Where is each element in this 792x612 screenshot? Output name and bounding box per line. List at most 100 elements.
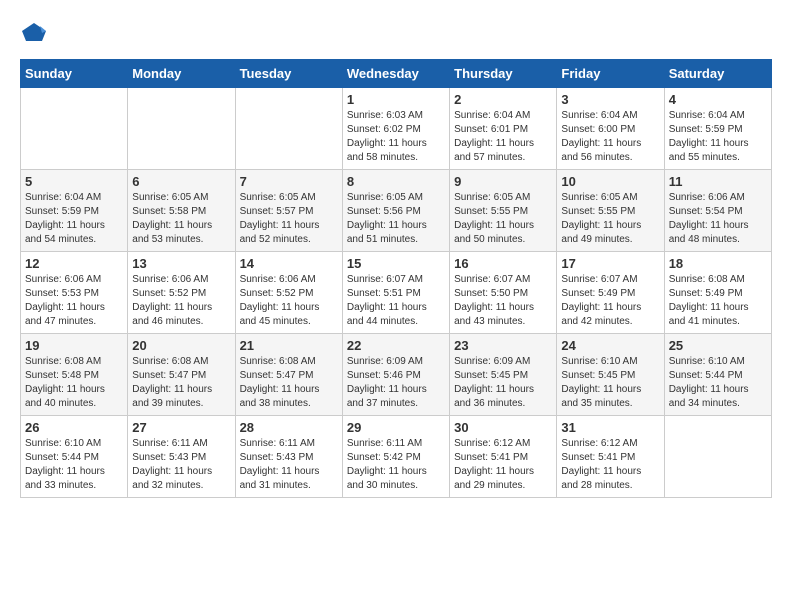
day-info: Sunrise: 6:03 AM Sunset: 6:02 PM Dayligh… bbox=[347, 109, 445, 165]
day-info: Sunrise: 6:12 AM Sunset: 5:41 PM Dayligh… bbox=[454, 437, 552, 493]
day-info: Sunrise: 6:06 AM Sunset: 5:52 PM Dayligh… bbox=[132, 273, 230, 329]
day-info: Sunrise: 6:05 AM Sunset: 5:56 PM Dayligh… bbox=[347, 191, 445, 247]
table-row: 2 Sunrise: 6:04 AM Sunset: 6:01 PM Daylig… bbox=[450, 88, 557, 170]
day-number: 21 bbox=[240, 338, 338, 353]
header-wednesday: Wednesday bbox=[342, 60, 449, 88]
table-row: 7 Sunrise: 6:05 AM Sunset: 5:57 PM Daylig… bbox=[235, 170, 342, 252]
day-info: Sunrise: 6:04 AM Sunset: 5:59 PM Dayligh… bbox=[669, 109, 767, 165]
table-row: 13 Sunrise: 6:06 AM Sunset: 5:52 PM Dayli… bbox=[128, 252, 235, 334]
header-sunday: Sunday bbox=[21, 60, 128, 88]
day-info: Sunrise: 6:08 AM Sunset: 5:49 PM Dayligh… bbox=[669, 273, 767, 329]
day-number: 11 bbox=[669, 174, 767, 189]
day-info: Sunrise: 6:10 AM Sunset: 5:44 PM Dayligh… bbox=[25, 437, 123, 493]
header-saturday: Saturday bbox=[664, 60, 771, 88]
day-number: 10 bbox=[561, 174, 659, 189]
day-number: 18 bbox=[669, 256, 767, 271]
calendar-week-3: 12 Sunrise: 6:06 AM Sunset: 5:53 PM Dayli… bbox=[21, 252, 772, 334]
table-row: 16 Sunrise: 6:07 AM Sunset: 5:50 PM Dayli… bbox=[450, 252, 557, 334]
day-number: 23 bbox=[454, 338, 552, 353]
calendar-week-4: 19 Sunrise: 6:08 AM Sunset: 5:48 PM Dayli… bbox=[21, 334, 772, 416]
day-info: Sunrise: 6:06 AM Sunset: 5:54 PM Dayligh… bbox=[669, 191, 767, 247]
day-number: 22 bbox=[347, 338, 445, 353]
day-number: 31 bbox=[561, 420, 659, 435]
day-number: 12 bbox=[25, 256, 123, 271]
table-row: 19 Sunrise: 6:08 AM Sunset: 5:48 PM Dayli… bbox=[21, 334, 128, 416]
day-number: 9 bbox=[454, 174, 552, 189]
day-number: 24 bbox=[561, 338, 659, 353]
weekday-header-row: Sunday Monday Tuesday Wednesday Thursday… bbox=[21, 60, 772, 88]
calendar-table: Sunday Monday Tuesday Wednesday Thursday… bbox=[20, 59, 772, 498]
table-row: 9Sunrise: 6:05 AM Sunset: 5:55 PM Daylig… bbox=[450, 170, 557, 252]
table-row: 23 Sunrise: 6:09 AM Sunset: 5:45 PM Dayli… bbox=[450, 334, 557, 416]
day-info: Sunrise: 6:06 AM Sunset: 5:53 PM Dayligh… bbox=[25, 273, 123, 329]
day-info: Sunrise: 6:10 AM Sunset: 5:44 PM Dayligh… bbox=[669, 355, 767, 411]
table-row: 12 Sunrise: 6:06 AM Sunset: 5:53 PM Dayli… bbox=[21, 252, 128, 334]
table-row: 11 Sunrise: 6:06 AM Sunset: 5:54 PM Dayli… bbox=[664, 170, 771, 252]
header-thursday: Thursday bbox=[450, 60, 557, 88]
header-friday: Friday bbox=[557, 60, 664, 88]
day-number: 13 bbox=[132, 256, 230, 271]
header-monday: Monday bbox=[128, 60, 235, 88]
table-row: 10 Sunrise: 6:05 AM Sunset: 5:55 PM Dayli… bbox=[557, 170, 664, 252]
page-header bbox=[20, 20, 772, 49]
day-number: 8 bbox=[347, 174, 445, 189]
day-number: 5 bbox=[25, 174, 123, 189]
table-row: 24 Sunrise: 6:10 AM Sunset: 5:45 PM Dayli… bbox=[557, 334, 664, 416]
day-number: 15 bbox=[347, 256, 445, 271]
table-row: 30 Sunrise: 6:12 AM Sunset: 5:41 PM Dayli… bbox=[450, 416, 557, 498]
day-number: 19 bbox=[25, 338, 123, 353]
day-info: Sunrise: 6:05 AM Sunset: 5:57 PM Dayligh… bbox=[240, 191, 338, 247]
day-number: 25 bbox=[669, 338, 767, 353]
day-info: Sunrise: 6:07 AM Sunset: 5:50 PM Dayligh… bbox=[454, 273, 552, 329]
day-number: 16 bbox=[454, 256, 552, 271]
day-info: Sunrise: 6:09 AM Sunset: 5:46 PM Dayligh… bbox=[347, 355, 445, 411]
day-number: 6 bbox=[132, 174, 230, 189]
table-row: 31 Sunrise: 6:12 AM Sunset: 5:41 PM Dayli… bbox=[557, 416, 664, 498]
day-number: 26 bbox=[25, 420, 123, 435]
table-row bbox=[664, 416, 771, 498]
day-number: 1 bbox=[347, 92, 445, 107]
table-row: 22 Sunrise: 6:09 AM Sunset: 5:46 PM Dayli… bbox=[342, 334, 449, 416]
day-info: Sunrise: 6:12 AM Sunset: 5:41 PM Dayligh… bbox=[561, 437, 659, 493]
day-info: Sunrise: 6:07 AM Sunset: 5:49 PM Dayligh… bbox=[561, 273, 659, 329]
day-info: Sunrise: 6:07 AM Sunset: 5:51 PM Dayligh… bbox=[347, 273, 445, 329]
table-row: 20 Sunrise: 6:08 AM Sunset: 5:47 PM Dayli… bbox=[128, 334, 235, 416]
day-info: Sunrise: 6:05 AM Sunset: 5:55 PM Dayligh… bbox=[561, 191, 659, 247]
table-row bbox=[235, 88, 342, 170]
table-row: 15 Sunrise: 6:07 AM Sunset: 5:51 PM Dayli… bbox=[342, 252, 449, 334]
table-row: 28Sunrise: 6:11 AM Sunset: 5:43 PM Dayli… bbox=[235, 416, 342, 498]
table-row: 29Sunrise: 6:11 AM Sunset: 5:42 PM Dayli… bbox=[342, 416, 449, 498]
day-info: Sunrise: 6:04 AM Sunset: 6:01 PM Dayligh… bbox=[454, 109, 552, 165]
day-number: 2 bbox=[454, 92, 552, 107]
calendar-week-1: 1 Sunrise: 6:03 AM Sunset: 6:02 PM Daylig… bbox=[21, 88, 772, 170]
table-row: 18 Sunrise: 6:08 AM Sunset: 5:49 PM Dayli… bbox=[664, 252, 771, 334]
day-info: Sunrise: 6:10 AM Sunset: 5:45 PM Dayligh… bbox=[561, 355, 659, 411]
table-row: 5Sunrise: 6:04 AM Sunset: 5:59 PM Daylig… bbox=[21, 170, 128, 252]
table-row: 3 Sunrise: 6:04 AM Sunset: 6:00 PM Daylig… bbox=[557, 88, 664, 170]
table-row: 17Sunrise: 6:07 AM Sunset: 5:49 PM Dayli… bbox=[557, 252, 664, 334]
day-info: Sunrise: 6:11 AM Sunset: 5:43 PM Dayligh… bbox=[132, 437, 230, 493]
day-number: 30 bbox=[454, 420, 552, 435]
table-row: 27Sunrise: 6:11 AM Sunset: 5:43 PM Dayli… bbox=[128, 416, 235, 498]
table-row: 21 Sunrise: 6:08 AM Sunset: 5:47 PM Dayli… bbox=[235, 334, 342, 416]
logo-icon bbox=[22, 20, 46, 44]
table-row: 4Sunrise: 6:04 AM Sunset: 5:59 PM Daylig… bbox=[664, 88, 771, 170]
table-row: 25 Sunrise: 6:10 AM Sunset: 5:44 PM Dayli… bbox=[664, 334, 771, 416]
day-info: Sunrise: 6:08 AM Sunset: 5:47 PM Dayligh… bbox=[132, 355, 230, 411]
day-info: Sunrise: 6:08 AM Sunset: 5:47 PM Dayligh… bbox=[240, 355, 338, 411]
day-info: Sunrise: 6:08 AM Sunset: 5:48 PM Dayligh… bbox=[25, 355, 123, 411]
day-info: Sunrise: 6:04 AM Sunset: 6:00 PM Dayligh… bbox=[561, 109, 659, 165]
day-number: 20 bbox=[132, 338, 230, 353]
table-row: 1 Sunrise: 6:03 AM Sunset: 6:02 PM Daylig… bbox=[342, 88, 449, 170]
day-number: 29 bbox=[347, 420, 445, 435]
table-row: 14Sunrise: 6:06 AM Sunset: 5:52 PM Dayli… bbox=[235, 252, 342, 334]
calendar-week-2: 5Sunrise: 6:04 AM Sunset: 5:59 PM Daylig… bbox=[21, 170, 772, 252]
day-number: 3 bbox=[561, 92, 659, 107]
header-tuesday: Tuesday bbox=[235, 60, 342, 88]
day-number: 28 bbox=[240, 420, 338, 435]
day-number: 7 bbox=[240, 174, 338, 189]
day-info: Sunrise: 6:09 AM Sunset: 5:45 PM Dayligh… bbox=[454, 355, 552, 411]
logo bbox=[20, 20, 46, 49]
table-row: 26 Sunrise: 6:10 AM Sunset: 5:44 PM Dayli… bbox=[21, 416, 128, 498]
table-row: 6Sunrise: 6:05 AM Sunset: 5:58 PM Daylig… bbox=[128, 170, 235, 252]
